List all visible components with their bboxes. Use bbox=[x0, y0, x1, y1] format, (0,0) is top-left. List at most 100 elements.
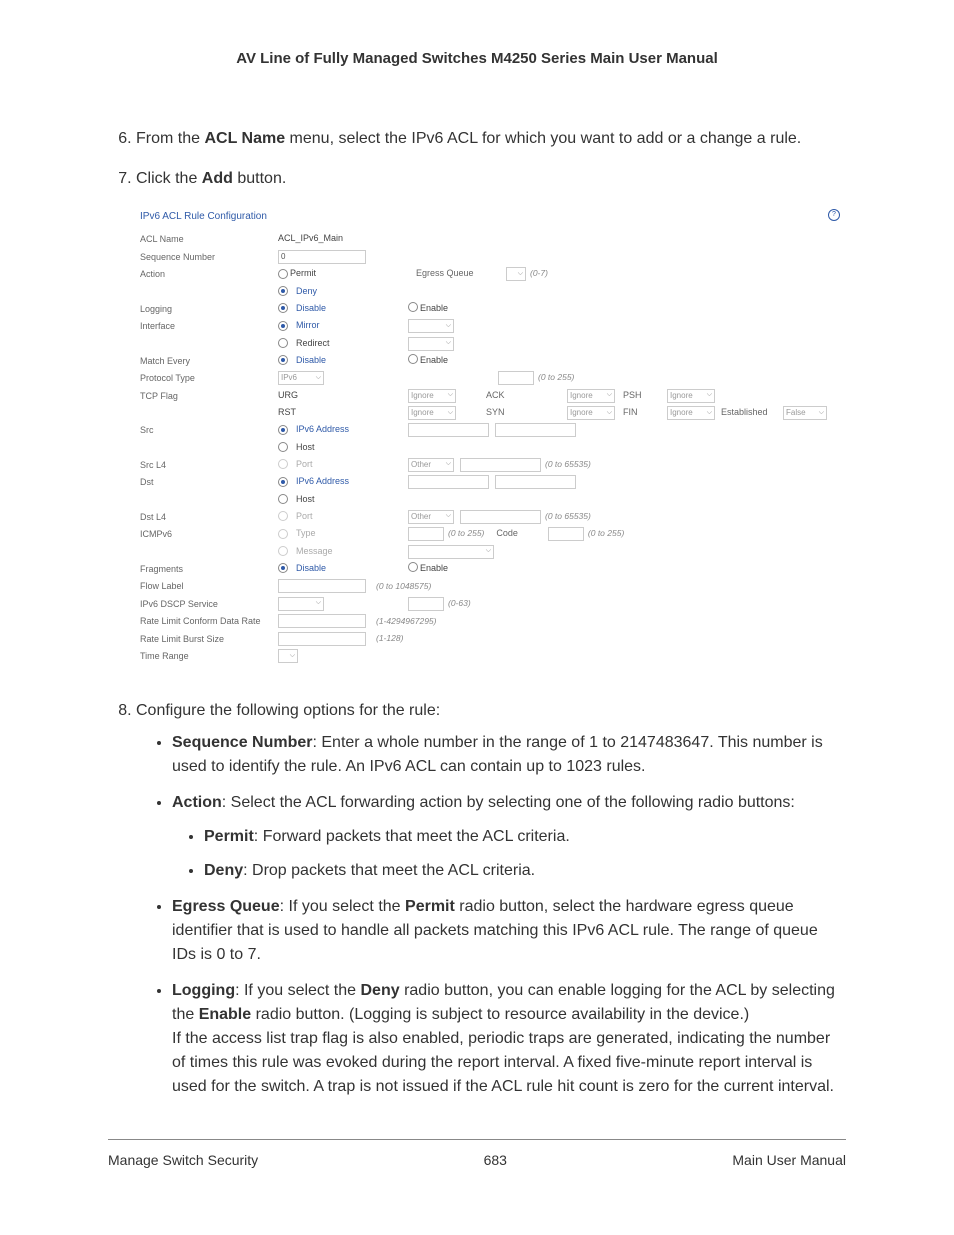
label-icmpv6: ICMPv6 bbox=[140, 527, 278, 542]
hint-icmp-type: (0 to 255) bbox=[448, 527, 484, 540]
input-dst-addr[interactable] bbox=[408, 475, 489, 489]
label-src: Src bbox=[140, 423, 278, 438]
step-text: Configure the following options for the … bbox=[136, 702, 440, 719]
chevron-down-icon: ⌵ bbox=[290, 651, 295, 662]
radio-frag-enable[interactable] bbox=[408, 562, 418, 572]
radio-log-disable[interactable] bbox=[278, 303, 288, 313]
config-screenshot: IPv6 ACL Rule Configuration ? ACL Name A… bbox=[136, 201, 846, 679]
opt-log-enable: Enable bbox=[420, 302, 448, 316]
radio-redirect[interactable] bbox=[278, 338, 288, 348]
label-seq: Sequence Number bbox=[140, 250, 278, 265]
input-icmp-type[interactable] bbox=[408, 527, 444, 541]
select-protocol[interactable]: IPv6⌵ bbox=[278, 371, 324, 385]
input-src-prefix[interactable] bbox=[495, 423, 576, 437]
input-protocol[interactable] bbox=[498, 371, 534, 385]
radio-srcl4-port[interactable] bbox=[278, 459, 288, 469]
select-time-range[interactable]: ⌵ bbox=[278, 649, 298, 663]
input-dscp[interactable] bbox=[408, 597, 444, 611]
hint-dstl4: (0 to 65535) bbox=[545, 510, 591, 523]
chevron-down-icon: ⌵ bbox=[316, 373, 321, 384]
step-bold: ACL Name bbox=[204, 130, 285, 147]
step-bold: Add bbox=[202, 170, 233, 187]
select-ack[interactable]: Ignore⌵ bbox=[567, 389, 615, 403]
bullet-bold: Logging bbox=[172, 982, 235, 999]
opt-match-disable: Disable bbox=[296, 354, 326, 368]
opt-match-enable: Enable bbox=[420, 354, 448, 368]
chevron-down-icon: ⌵ bbox=[446, 338, 451, 349]
step-text: Click the bbox=[136, 170, 202, 187]
label-flow: Flow Label bbox=[140, 579, 278, 594]
input-seq[interactable]: 0 bbox=[278, 250, 366, 264]
step-8: Configure the following options for the … bbox=[136, 699, 846, 1099]
opt-dst-ipv6: IPv6 Address bbox=[296, 475, 349, 489]
radio-mirror[interactable] bbox=[278, 321, 288, 331]
select-dstl4-other[interactable]: Other⌵ bbox=[408, 510, 454, 524]
opt-icmp-type: Type bbox=[296, 527, 316, 541]
input-dst-prefix[interactable] bbox=[495, 475, 576, 489]
radio-src-ipv6[interactable] bbox=[278, 425, 288, 435]
chevron-down-icon: ⌵ bbox=[607, 408, 612, 419]
radio-permit[interactable] bbox=[278, 269, 288, 279]
input-rate-conform[interactable] bbox=[278, 614, 366, 628]
bullet-seq: Sequence Number: Enter a whole number in… bbox=[172, 731, 846, 779]
label-egress-queue: Egress Queue bbox=[416, 267, 506, 281]
radio-match-enable[interactable] bbox=[408, 354, 418, 364]
flag-rst: RST bbox=[278, 406, 296, 420]
radio-icmp-msg[interactable] bbox=[278, 546, 288, 556]
opt-deny: Deny bbox=[296, 285, 317, 299]
opt-frag-enable: Enable bbox=[420, 562, 448, 576]
select-fin[interactable]: Ignore⌵ bbox=[667, 406, 715, 420]
bullet-text: : Drop packets that meet the ACL criteri… bbox=[243, 862, 535, 879]
bullet-text: : Select the ACL forwarding action by se… bbox=[222, 794, 795, 811]
radio-log-enable[interactable] bbox=[408, 302, 418, 312]
select-est[interactable]: False⌵ bbox=[783, 406, 827, 420]
select-rst[interactable]: Ignore⌵ bbox=[408, 406, 456, 420]
select-psh[interactable]: Ignore⌵ bbox=[667, 389, 715, 403]
help-icon[interactable]: ? bbox=[828, 209, 840, 221]
select-urg[interactable]: Ignore⌵ bbox=[408, 389, 456, 403]
opt-icmp-msg: Message bbox=[296, 545, 333, 559]
chevron-down-icon: ⌵ bbox=[518, 269, 523, 280]
select-dscp[interactable]: ⌵ bbox=[278, 597, 324, 611]
radio-src-host[interactable] bbox=[278, 442, 288, 452]
flag-fin: FIN bbox=[623, 406, 649, 420]
input-src-addr[interactable] bbox=[408, 423, 489, 437]
chevron-down-icon: ⌵ bbox=[446, 511, 451, 522]
radio-dstl4-port[interactable] bbox=[278, 511, 288, 521]
select-srcl4-other[interactable]: Other⌵ bbox=[408, 458, 454, 472]
radio-deny[interactable] bbox=[278, 286, 288, 296]
chevron-down-icon: ⌵ bbox=[819, 408, 824, 419]
radio-frag-disable[interactable] bbox=[278, 563, 288, 573]
select-syn[interactable]: Ignore⌵ bbox=[567, 406, 615, 420]
input-srcl4[interactable] bbox=[460, 458, 541, 472]
select-mirror[interactable]: ⌵ bbox=[408, 319, 454, 333]
input-rate-burst[interactable] bbox=[278, 632, 366, 646]
input-flow[interactable] bbox=[278, 579, 366, 593]
radio-match-disable[interactable] bbox=[278, 355, 288, 365]
bullet-bold: Permit bbox=[204, 828, 254, 845]
sub-permit: Permit: Forward packets that meet the AC… bbox=[204, 825, 846, 849]
label-dst: Dst bbox=[140, 475, 278, 490]
label-logging: Logging bbox=[140, 302, 278, 317]
hint-srcl4: (0 to 65535) bbox=[545, 458, 591, 471]
label-dscp: IPv6 DSCP Service bbox=[140, 597, 278, 612]
radio-dst-host[interactable] bbox=[278, 494, 288, 504]
hint-dscp: (0-63) bbox=[448, 597, 471, 610]
select-redirect[interactable]: ⌵ bbox=[408, 337, 454, 351]
select-icmp-msg[interactable]: ⌵ bbox=[408, 545, 494, 559]
hint-rate-burst: (1-128) bbox=[376, 632, 403, 645]
radio-icmp-type[interactable] bbox=[278, 529, 288, 539]
options-bullets: Sequence Number: Enter a whole number in… bbox=[136, 731, 846, 1099]
chevron-down-icon: ⌵ bbox=[486, 546, 491, 557]
select-egress-queue[interactable]: ⌵ bbox=[506, 267, 526, 281]
label-icmp-code: Code bbox=[496, 527, 518, 541]
input-icmp-code[interactable] bbox=[548, 527, 584, 541]
radio-dst-ipv6[interactable] bbox=[278, 477, 288, 487]
opt-redirect: Redirect bbox=[296, 337, 330, 351]
input-dstl4[interactable] bbox=[460, 510, 541, 524]
value-acl-name: ACL_IPv6_Main bbox=[278, 232, 343, 246]
bullet-bold: Permit bbox=[405, 898, 455, 915]
step-7: Click the Add button. IPv6 ACL Rule Conf… bbox=[136, 167, 846, 679]
flag-psh: PSH bbox=[623, 389, 649, 403]
label-srcl4: Src L4 bbox=[140, 458, 278, 473]
